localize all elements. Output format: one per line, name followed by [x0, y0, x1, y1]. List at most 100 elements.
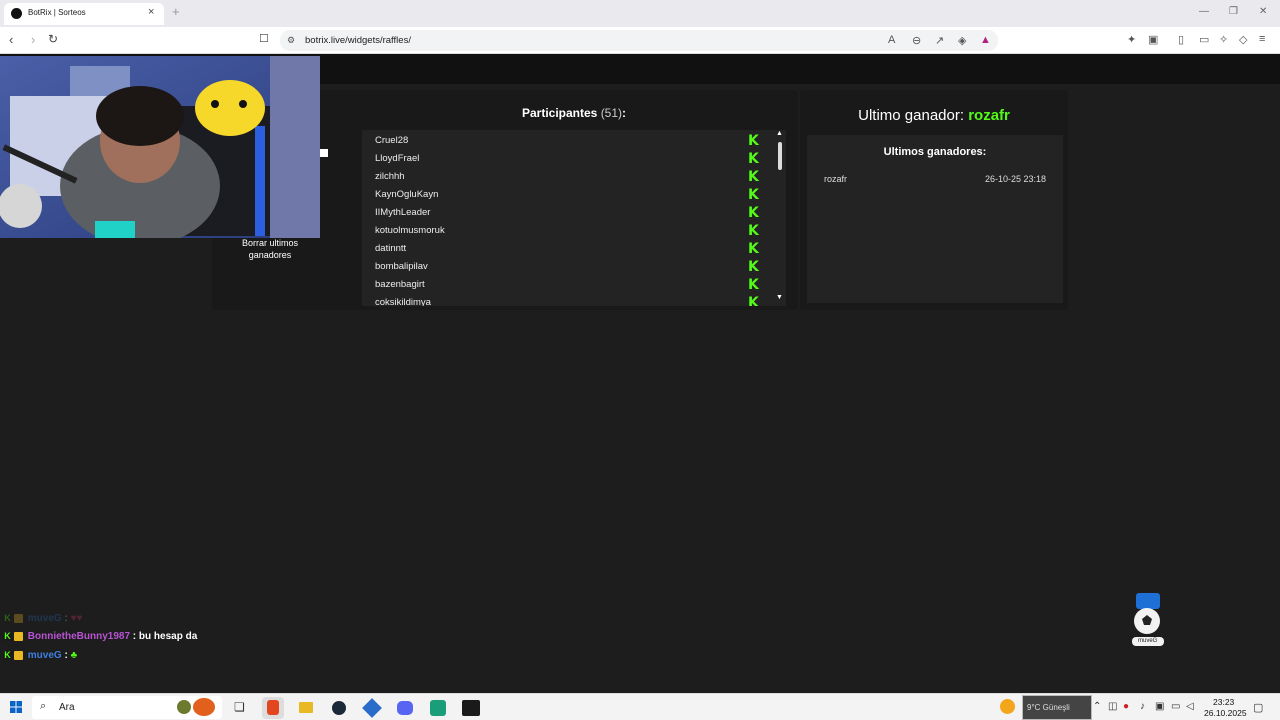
winner-row-date: 26-10-25 23:18: [984, 174, 1046, 184]
ball-widget: muveG: [1130, 593, 1166, 649]
chevron-up-icon[interactable]: ⌃: [1093, 701, 1101, 712]
wallet-icon[interactable]: ▭: [1199, 33, 1209, 46]
search-icon: ⌕: [40, 700, 47, 712]
option-checkbox[interactable]: [320, 149, 328, 157]
emote-icon: ♥♥: [70, 613, 83, 624]
participants-colon: :: [622, 106, 627, 120]
participant-row: bazenbagirt K: [375, 278, 765, 297]
tab-close-icon[interactable]: ×: [148, 6, 154, 18]
participant-row: kotuolmusmoruk K: [375, 224, 765, 243]
rewards-icon[interactable]: ▲: [980, 34, 991, 46]
new-tab-icon[interactable]: +: [172, 4, 180, 19]
browser-tab[interactable]: BotRix | Sorteos ×: [4, 3, 164, 25]
pumpkin-icon: [177, 700, 191, 714]
windows-start-icon[interactable]: [10, 701, 22, 713]
weather-text: 9°C Güneşli: [1027, 703, 1070, 712]
taskbar-search[interactable]: ⌕ Ara: [32, 696, 222, 719]
participant-name: bombalipilav: [375, 261, 428, 272]
participant-name: LloydFrael: [375, 153, 420, 164]
kick-icon: K: [748, 169, 759, 185]
discord-icon: [397, 701, 413, 715]
tray-app-icon[interactable]: ◫: [1108, 701, 1117, 712]
participant-row: bombalipilav K: [375, 259, 765, 279]
share-icon[interactable]: ↗: [935, 34, 944, 47]
app-taskbar-button[interactable]: [460, 697, 482, 719]
last-winner-heading: Ultimo ganador: rozafr: [800, 107, 1068, 124]
participants-label: Participantes: [521, 106, 598, 120]
participant-name: bazenbagirt: [375, 279, 425, 290]
explorer-taskbar-button[interactable]: [295, 697, 317, 719]
chat-username: muveG: [27, 613, 62, 624]
kick-icon: K: [748, 241, 759, 257]
clear-winners-button[interactable]: Borrar ultimos ganadores: [229, 237, 311, 265]
translate-icon[interactable]: A: [888, 34, 895, 46]
url-text[interactable]: botrix.live/widgets/raffles/: [305, 35, 411, 46]
tab-title: BotRix | Sorteos: [28, 8, 86, 17]
ball-widget-label: muveG: [1138, 638, 1158, 644]
scroll-down-icon[interactable]: ▼: [776, 294, 783, 301]
kick-icon: K: [748, 259, 759, 275]
leo-ai-icon[interactable]: ✧: [1219, 33, 1228, 46]
scrollbar[interactable]: ▲ ▼: [774, 130, 786, 306]
clock-date[interactable]: 26.10.2025: [1204, 708, 1247, 718]
winner-panel: Ultimo ganador: rozafr Ultimos ganadores…: [800, 90, 1068, 310]
menu-icon[interactable]: ≡: [1259, 33, 1265, 45]
participants-count: (51): [600, 106, 623, 120]
weather-sun-icon: [1000, 699, 1015, 714]
tray-app-icon[interactable]: ●: [1123, 701, 1129, 712]
winners-history-title: Ultimos ganadores:: [883, 146, 987, 158]
volume-icon[interactable]: ◁: [1186, 701, 1194, 712]
maximize-icon[interactable]: ❐: [1229, 6, 1238, 17]
zoom-icon[interactable]: ⊖: [912, 34, 921, 47]
last-winner-label: Ultimo ganador:: [858, 107, 965, 124]
reload-icon[interactable]: ↻: [48, 32, 58, 46]
participant-name: datinntt: [375, 243, 407, 254]
participants-title: Participantes (51):: [362, 106, 786, 120]
chat-username: muveG: [27, 650, 62, 661]
tray-app-icon[interactable]: ▣: [1155, 701, 1164, 712]
notifications-icon[interactable]: ▢: [1253, 701, 1263, 714]
scroll-up-icon[interactable]: ▲: [776, 130, 783, 137]
forward-icon[interactable]: ›: [31, 32, 35, 47]
app-icon: [430, 700, 446, 716]
screenshot-icon[interactable]: ▣: [1148, 33, 1158, 46]
participant-row: Cruel28 K: [375, 133, 765, 153]
participant-row: datinntt K: [375, 241, 765, 261]
kick-icon: K: [748, 133, 759, 149]
kick-badge-icon: K: [3, 630, 12, 641]
steam-taskbar-button[interactable]: [328, 697, 350, 719]
discord-taskbar-button[interactable]: [394, 697, 416, 719]
close-window-icon[interactable]: ✕: [1259, 6, 1267, 17]
chat-message: K muveG : ♥♥: [3, 612, 83, 624]
bookmark-icon[interactable]: ☐: [259, 32, 269, 45]
kick-icon: K: [748, 151, 759, 167]
microphone-icon[interactable]: ♪: [1140, 701, 1145, 712]
crown-badge-icon: [14, 631, 23, 641]
site-info-icon[interactable]: ⚙: [287, 35, 295, 46]
vpn-icon[interactable]: ◇: [1239, 33, 1247, 46]
kick-icon: K: [748, 295, 759, 306]
crown-badge-icon: [14, 613, 23, 623]
app-taskbar-button[interactable]: [427, 697, 449, 719]
participant-row: IIMythLeader K: [375, 205, 765, 225]
shield-icon[interactable]: ◈: [958, 34, 966, 47]
participants-list[interactable]: Cruel28 K LloydFrael Kzilchhh K KaynOgluKayn K…: [362, 130, 786, 306]
kick-icon: K: [748, 205, 759, 221]
network-icon[interactable]: ▭: [1171, 701, 1180, 712]
app-taskbar-button[interactable]: [361, 697, 383, 719]
sidebar-icon[interactable]: ▯: [1178, 33, 1184, 46]
participant-name: kotuolmusmoruk: [375, 225, 445, 236]
minimize-icon[interactable]: —: [1199, 6, 1209, 17]
clock-time[interactable]: 23:23: [1213, 697, 1234, 707]
folder-icon: [299, 702, 313, 713]
chat-message: K BonnietheBunny1987 : bu hesap da: [3, 630, 198, 642]
weather-widget[interactable]: 9°C Güneşli: [1022, 695, 1092, 720]
kick-badge-icon: K: [3, 612, 12, 623]
extensions-icon[interactable]: ✦: [1127, 33, 1136, 46]
scrollbar-thumb[interactable]: [778, 142, 782, 170]
address-bar[interactable]: ⚙ botrix.live/widgets/raffles/ A ⊖ ↗ ◈ ▲: [280, 30, 998, 51]
task-view-icon[interactable]: ❏: [234, 700, 245, 714]
back-icon[interactable]: ‹: [9, 32, 13, 47]
brave-taskbar-button[interactable]: [262, 697, 284, 719]
winner-row-name: rozafr: [824, 174, 848, 184]
